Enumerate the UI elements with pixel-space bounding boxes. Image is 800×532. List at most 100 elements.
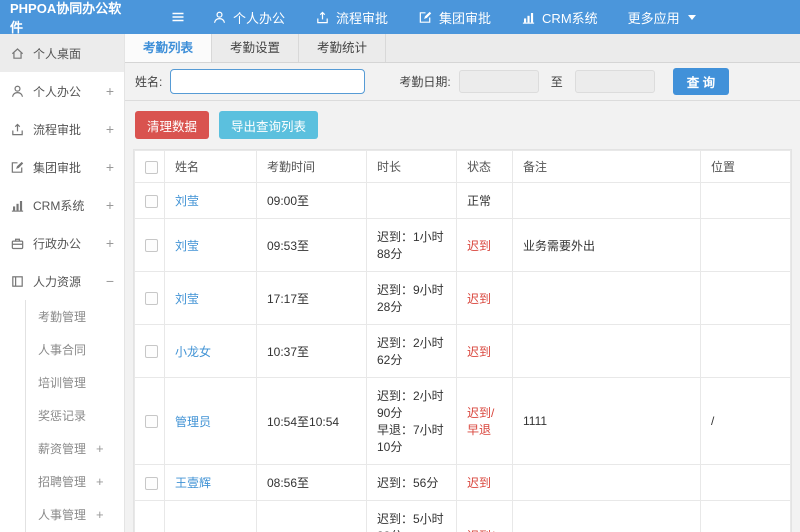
sidebar-subitem-training[interactable]: 培训管理 [26,366,124,399]
expand-plus-icon[interactable]: + [96,507,104,522]
sidebar-item-hr[interactable]: 人力资源 − [0,262,124,300]
location [700,182,791,219]
name-input[interactable] [170,69,366,94]
caret-down-icon [687,14,696,20]
tab-bar: 考勤列表 考勤设置 考勤统计 [125,34,800,63]
edit-icon [419,10,432,23]
sidebar-item-personal-desktop[interactable]: 个人桌面 [0,34,124,72]
table-row: 管理员 10:54至10:54 迟到：2小时90分 早退：7小时10分 迟到/早… [134,377,791,465]
tab-attendance-stats[interactable]: 考勤统计 [299,34,387,62]
sidebar-subitem-recruit[interactable]: 招聘管理 + [26,465,124,498]
attendance-time: 09:00至 [256,182,367,219]
note: 业务需要外出 [512,218,701,272]
user-icon [11,85,24,97]
nav-crm-system[interactable]: CRM系统 [521,8,598,27]
sidebar-item-label: 个人办公 [33,84,82,99]
menu-toggle-button[interactable] [170,9,186,25]
employee-name-link[interactable]: 刘莹 [164,182,257,219]
note: 1111 [512,377,701,465]
column-header-name: 姓名 [164,150,257,183]
top-navigation: 个人办公 流程审批 集团审批 CRM系统 更多应用 [212,8,726,27]
nav-more-apps[interactable]: 更多应用 [628,8,696,27]
nav-label: CRM系统 [542,10,598,26]
attendance-table: 姓名 考勤时间 时长 状态 备注 位置 刘莹 09:00至 正常 刘莹 09:5… [133,149,792,532]
note [512,500,701,532]
note [512,464,701,501]
sidebar-subitem-label: 考勤管理 [38,310,87,324]
expand-plus-icon[interactable]: + [96,441,104,456]
briefcase-icon [11,238,24,249]
expand-plus-icon[interactable]: + [106,235,114,251]
sidebar-item-label: 流程审批 [33,122,82,137]
sidebar-subitem-label: 奖惩记录 [38,409,87,423]
sidebar-subitem-personnel[interactable]: 人事管理 + [26,498,124,531]
status: 迟到/早退 [456,377,513,465]
status: 正常 [456,182,513,219]
column-header-time: 考勤时间 [256,150,367,183]
duration: 迟到：5小时33分 早退：4小时67分 [366,500,457,532]
hr-submenu: 考勤管理 人事合同 培训管理 奖惩记录 薪资管理+ 招聘管理+ 人事管理+ 基础… [25,300,124,532]
sidebar-subitem-salary[interactable]: 薪资管理 + [26,432,124,465]
date-to-input[interactable] [574,70,655,93]
nav-group-approval[interactable]: 集团审批 [418,8,491,27]
row-checkbox[interactable] [145,345,158,359]
employee-name-link[interactable]: 管理员 [164,377,257,465]
expand-plus-icon[interactable]: + [106,121,114,137]
employee-name-link[interactable]: 黄蓉 [164,500,257,532]
approval-icon [12,123,23,135]
row-checkbox[interactable] [145,239,158,253]
row-checkbox[interactable] [145,292,158,306]
expand-plus-icon[interactable]: + [106,159,114,175]
employee-name-link[interactable]: 刘莹 [164,271,257,325]
header-checkbox-cell [134,150,165,183]
filter-bar: 姓名: 考勤日期: 至 查 询 [125,63,800,101]
status: 迟到 [456,324,513,378]
app-header: PHPOA协同办公软件 个人办公 流程审批 集团审批 CRM系统 更多应用 [0,0,800,35]
hr-icon [12,275,23,287]
hamburger-icon [171,12,185,22]
sidebar-subitem-attendance[interactable]: 考勤管理 [26,300,124,333]
sidebar-item-label: 人力资源 [33,274,82,289]
status: 迟到/早退 [456,500,513,532]
table-row: 刘莹 17:17至 迟到：9小时28分 迟到 [134,271,791,325]
row-checkbox[interactable] [145,415,158,429]
sidebar-subitem-label: 招聘管理 [38,475,87,489]
search-button[interactable]: 查 询 [672,68,730,95]
sidebar: 个人桌面 个人办公 + 流程审批 + 集团审批 + CRM系统 + 行政办公 + [0,34,125,532]
sidebar-item-crm[interactable]: CRM系统 + [0,186,124,224]
export-list-button[interactable]: 导出查询列表 [219,111,319,139]
tab-attendance-settings[interactable]: 考勤设置 [212,34,300,62]
date-from-input[interactable] [458,70,539,93]
employee-name-link[interactable]: 刘莹 [164,218,257,272]
expand-plus-icon[interactable]: + [106,83,114,99]
app-logo: PHPOA协同办公软件 [10,1,122,35]
duration: 迟到：56分 [366,464,457,501]
table-header-row: 姓名 考勤时间 时长 状态 备注 位置 [134,150,791,183]
table-row: 小龙女 10:37至 迟到：2小时62分 迟到 [134,324,791,378]
collapse-minus-icon[interactable]: − [106,273,114,289]
column-header-note: 备注 [512,150,701,183]
row-checkbox[interactable] [145,194,158,208]
sidebar-subitem-rewards[interactable]: 奖惩记录 [26,399,124,432]
nav-label: 流程审批 [336,10,389,26]
table-row: 黄蓉 13:20至13:20 迟到：5小时33分 早退：4小时67分 迟到/早退… [134,500,791,532]
status: 迟到 [456,218,513,272]
nav-label: 集团审批 [439,10,492,26]
clean-data-button[interactable]: 清理数据 [135,111,210,139]
home-icon [11,47,24,59]
expand-plus-icon[interactable]: + [106,197,114,213]
sidebar-subitem-contract[interactable]: 人事合同 [26,333,124,366]
sidebar-item-workflow-approval[interactable]: 流程审批 + [0,110,124,148]
tab-attendance-list[interactable]: 考勤列表 [125,34,213,62]
sidebar-item-group-approval[interactable]: 集团审批 + [0,148,124,186]
sidebar-item-admin-office[interactable]: 行政办公 + [0,224,124,262]
nav-workflow-approval[interactable]: 流程审批 [315,8,388,27]
row-checkbox[interactable] [145,476,158,490]
expand-plus-icon[interactable]: + [96,474,104,489]
select-all-checkbox[interactable] [145,160,158,174]
nav-personal-office[interactable]: 个人办公 [212,8,285,27]
attendance-time: 10:54至10:54 [256,377,367,465]
sidebar-item-personal-office[interactable]: 个人办公 + [0,72,124,110]
employee-name-link[interactable]: 王壹辉 [164,464,257,501]
employee-name-link[interactable]: 小龙女 [164,324,257,378]
